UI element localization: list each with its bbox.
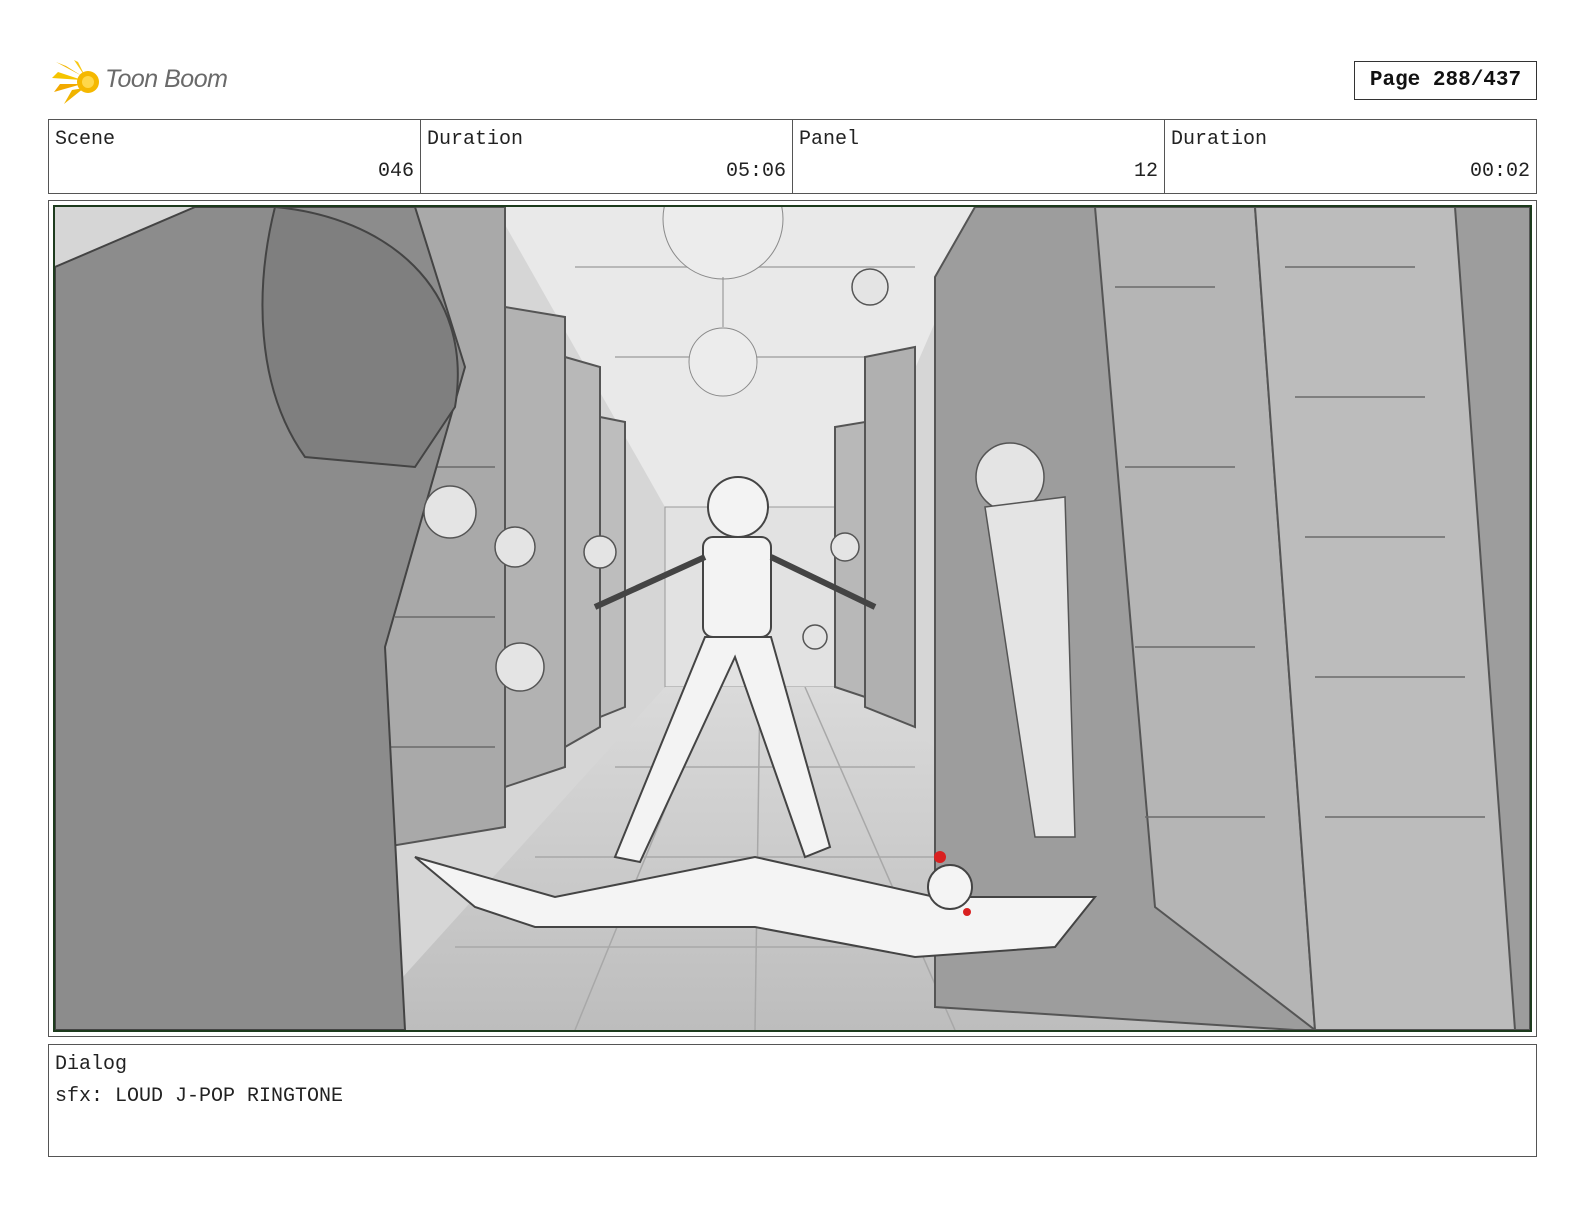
library-scene-sketch bbox=[55, 207, 1530, 1030]
panel-duration-cell: Duration 00:02 bbox=[1164, 120, 1536, 193]
brand-name: Toon Boom bbox=[105, 65, 228, 93]
scene-duration-value: 05:06 bbox=[725, 160, 786, 183]
scene-value: 046 bbox=[377, 160, 414, 183]
scene-duration-label: Duration bbox=[427, 128, 524, 151]
storyboard-drawing bbox=[53, 205, 1532, 1032]
page-counter: Page 288/437 bbox=[1354, 61, 1537, 100]
panel-value: 12 bbox=[1133, 160, 1158, 183]
panel-info-table: Scene 046 Duration 05:06 Panel 12 Durati… bbox=[48, 119, 1537, 194]
storyboard-frame bbox=[48, 200, 1537, 1037]
scene-cell: Scene 046 bbox=[49, 120, 420, 193]
starburst-icon bbox=[52, 60, 99, 104]
panel-duration-label: Duration bbox=[1171, 128, 1268, 151]
dialog-text: sfx: LOUD J-POP RINGTONE bbox=[55, 1085, 344, 1108]
panel-cell: Panel 12 bbox=[792, 120, 1164, 193]
dialog-label: Dialog bbox=[55, 1053, 128, 1076]
panel-duration-value: 00:02 bbox=[1469, 160, 1530, 183]
dialog-box: Dialog sfx: LOUD J-POP RINGTONE bbox=[48, 1044, 1537, 1157]
panel-label: Panel bbox=[799, 128, 860, 151]
scene-label: Scene bbox=[55, 128, 116, 151]
scene-duration-cell: Duration 05:06 bbox=[420, 120, 792, 193]
toon-boom-logo: Toon Boom bbox=[52, 56, 252, 108]
